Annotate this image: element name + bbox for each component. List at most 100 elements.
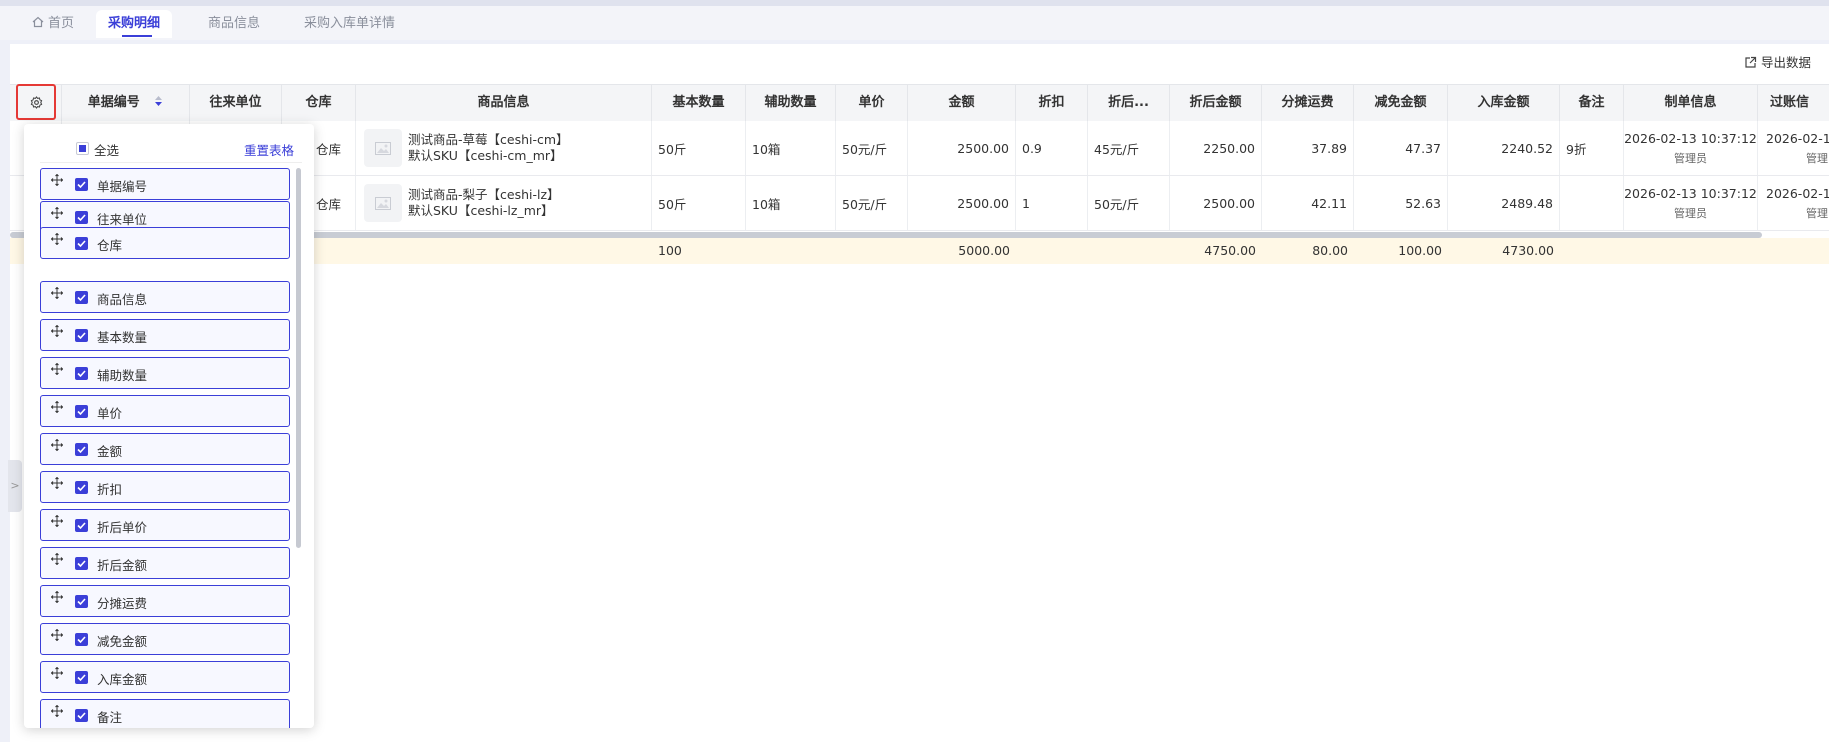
column-checkbox[interactable] xyxy=(75,633,88,646)
column-item-freight[interactable]: 分摊运费 xyxy=(40,585,290,617)
th-remark[interactable]: 备注 xyxy=(1560,85,1624,121)
select-all-checkbox[interactable] xyxy=(76,142,89,155)
product-sku: 默认SKU【ceshi-lz_mr】 xyxy=(408,203,554,218)
th-disc-price[interactable]: 折后... xyxy=(1088,85,1170,121)
th-product[interactable]: 商品信息 xyxy=(356,85,652,121)
column-item-reduce[interactable]: 减免金额 xyxy=(40,623,290,655)
column-item-in-amount[interactable]: 入库金额 xyxy=(40,661,290,693)
drag-handle-icon[interactable] xyxy=(51,325,63,337)
select-all-label[interactable]: 全选 xyxy=(94,140,119,159)
th-disc-amount[interactable]: 折后金额 xyxy=(1170,85,1262,121)
column-item-product[interactable]: 商品信息 xyxy=(40,281,290,313)
th-reduce[interactable]: 减免金额 xyxy=(1354,85,1448,121)
cell-discount: 0.9 xyxy=(1016,121,1088,175)
column-checkbox[interactable] xyxy=(75,237,88,250)
sum-freight: 80.00 xyxy=(1312,243,1348,258)
export-icon xyxy=(1745,56,1757,68)
column-item-discount[interactable]: 折扣 xyxy=(40,471,290,503)
posted-time: 2026-02-13 xyxy=(1766,130,1829,146)
tab-bar: 首页 采购明细 商品信息 采购入库单详情 xyxy=(0,6,1829,40)
export-button[interactable]: 导出数据 xyxy=(1744,54,1811,72)
cell-price: 50元/斤 xyxy=(836,176,908,230)
column-checkbox[interactable] xyxy=(75,557,88,570)
th-amount[interactable]: 金额 xyxy=(908,85,1016,121)
column-item-remark[interactable]: 备注 xyxy=(40,699,290,728)
drag-handle-icon[interactable] xyxy=(51,591,63,603)
drag-handle-icon[interactable] xyxy=(51,477,63,489)
th-warehouse[interactable]: 仓库 xyxy=(282,85,356,121)
column-checkbox[interactable] xyxy=(75,405,88,418)
th-aux-qty[interactable]: 辅助数量 xyxy=(746,85,836,121)
tab-home[interactable]: 首页 xyxy=(20,10,86,38)
cell-posted: 2026-02-13 管理 xyxy=(1758,176,1829,230)
column-item-price[interactable]: 单价 xyxy=(40,395,290,427)
th-in-amount[interactable]: 入库金额 xyxy=(1448,85,1560,121)
export-label: 导出数据 xyxy=(1760,55,1811,70)
cell-base-qty: 50斤 xyxy=(652,176,746,230)
product-name: 测试商品-草莓【ceshi-cm】 xyxy=(408,132,569,147)
column-checkbox[interactable] xyxy=(75,709,88,722)
th-doc-no[interactable]: 单据编号 xyxy=(62,85,190,121)
cell-discount: 1 xyxy=(1016,176,1088,230)
column-checkbox[interactable] xyxy=(75,178,88,191)
created-by: 管理员 xyxy=(1674,151,1707,165)
th-base-qty[interactable]: 基本数量 xyxy=(652,85,746,121)
drag-handle-icon[interactable] xyxy=(51,207,63,219)
drag-handle-icon[interactable] xyxy=(51,629,63,641)
column-checkbox[interactable] xyxy=(75,367,88,380)
popup-scrollbar[interactable] xyxy=(296,168,301,548)
product-text: 测试商品-梨子【ceshi-lz】 默认SKU【ceshi-lz_mr】 xyxy=(408,187,560,219)
drag-handle-icon[interactable] xyxy=(51,439,63,451)
column-item-label: 商品信息 xyxy=(97,292,148,307)
column-item-disc-price[interactable]: 折后单价 xyxy=(40,509,290,541)
th-discount[interactable]: 折扣 xyxy=(1016,85,1088,121)
cell-created: 2026-02-13 10:37:12 管理员 xyxy=(1624,121,1758,175)
column-checkbox[interactable] xyxy=(75,519,88,532)
drag-handle-icon[interactable] xyxy=(51,553,63,565)
drag-handle-icon[interactable] xyxy=(51,401,63,413)
column-item-warehouse[interactable]: 仓库 xyxy=(40,227,290,259)
side-collapse-handle[interactable]: > xyxy=(8,460,22,512)
column-item-label: 辅助数量 xyxy=(97,368,148,383)
sum-base-qty: 100 xyxy=(658,243,682,258)
sort-icon[interactable] xyxy=(154,95,163,107)
column-item-amount[interactable]: 金额 xyxy=(40,433,290,465)
cell-disc-price: 50元/斤 xyxy=(1088,176,1170,230)
column-item-label: 折后金额 xyxy=(97,558,148,573)
column-checkbox[interactable] xyxy=(75,671,88,684)
column-item-aux-qty[interactable]: 辅助数量 xyxy=(40,357,290,389)
column-checkbox[interactable] xyxy=(75,329,88,342)
drag-handle-icon[interactable] xyxy=(51,174,63,186)
cell-in-amount: 2489.48 xyxy=(1448,176,1560,230)
reset-table-link[interactable]: 重置表格 xyxy=(244,140,294,159)
cell-in-amount: 2240.52 xyxy=(1448,121,1560,175)
column-item-disc-amount[interactable]: 折后金额 xyxy=(40,547,290,579)
th-freight[interactable]: 分摊运费 xyxy=(1262,85,1354,121)
tab-product-info-label: 商品信息 xyxy=(208,16,261,31)
posted-by: 管理 xyxy=(1806,151,1828,165)
drag-handle-icon[interactable] xyxy=(51,667,63,679)
tab-product-info[interactable]: 商品信息 xyxy=(196,10,272,38)
column-checkbox[interactable] xyxy=(75,595,88,608)
th-posted[interactable]: 过账信 xyxy=(1758,85,1829,121)
column-item-label: 基本数量 xyxy=(97,330,148,345)
cell-reduce: 52.63 xyxy=(1354,176,1448,230)
column-item-label: 备注 xyxy=(97,710,123,725)
column-checkbox[interactable] xyxy=(75,211,88,224)
column-checkbox[interactable] xyxy=(75,291,88,304)
column-checkbox[interactable] xyxy=(75,481,88,494)
drag-handle-icon[interactable] xyxy=(51,363,63,375)
column-settings-button[interactable] xyxy=(16,84,56,120)
tab-purchase-detail[interactable]: 采购明细 xyxy=(96,10,173,38)
drag-handle-icon[interactable] xyxy=(51,287,63,299)
drag-handle-icon[interactable] xyxy=(51,515,63,527)
drag-handle-icon[interactable] xyxy=(51,705,63,717)
th-price[interactable]: 单价 xyxy=(836,85,908,121)
column-item-base-qty[interactable]: 基本数量 xyxy=(40,319,290,351)
th-partner[interactable]: 往来单位 xyxy=(190,85,282,121)
th-created[interactable]: 制单信息 xyxy=(1624,85,1758,121)
column-item-doc-no[interactable]: 单据编号 xyxy=(40,168,290,200)
column-checkbox[interactable] xyxy=(75,443,88,456)
tab-purchase-inbound[interactable]: 采购入库单详情 xyxy=(292,10,407,38)
drag-handle-icon[interactable] xyxy=(51,233,63,245)
